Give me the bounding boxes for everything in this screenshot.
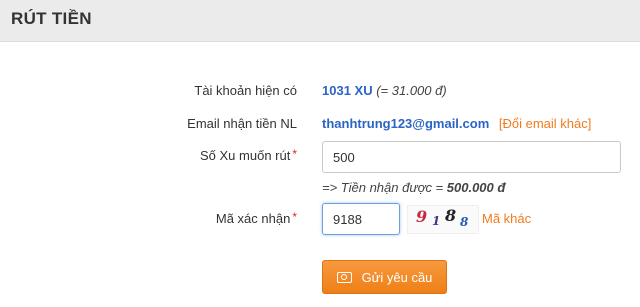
email-row: thanhtrung123@gmail.com [Đổi email khác] — [322, 116, 591, 131]
account-balance-label: Tài khoản hiện có — [194, 83, 297, 98]
balance-xu: 1031 XU — [322, 83, 373, 98]
captcha-label: Mã xác nhận * — [215, 210, 297, 226]
balance-vnd-note: (= 31.000 đ) — [376, 83, 447, 98]
submit-label: Gửi yêu cầu — [361, 269, 433, 285]
captcha-char: 8 — [445, 206, 457, 225]
email-label: Email nhận tiền NL — [187, 116, 297, 131]
amount-result-value: 500.000 đ — [446, 180, 506, 195]
amount-label: Số Xu muốn rút * — [200, 147, 297, 163]
page-header: RÚT TIỀN — [0, 0, 640, 42]
captcha-char: 8 — [460, 215, 469, 229]
money-icon — [336, 271, 352, 283]
submit-request-button[interactable]: Gửi yêu cầu — [322, 260, 447, 294]
page-title: RÚT TIỀN — [11, 9, 92, 28]
account-balance-value: 1031 XU (= 31.000 đ) — [322, 83, 447, 98]
required-mark: * — [292, 210, 297, 224]
amount-input[interactable] — [322, 141, 621, 173]
required-mark: * — [292, 147, 297, 161]
amount-label-text: Số Xu muốn rút — [200, 148, 291, 163]
email-value: thanhtrung123@gmail.com — [322, 116, 490, 131]
change-email-link[interactable]: [Đổi email khác] — [499, 116, 591, 131]
captcha-char: 1 — [432, 214, 441, 228]
refresh-captcha-link[interactable]: Mã khác — [482, 211, 531, 226]
captcha-image: 9 1 8 8 — [407, 205, 479, 234]
captcha-input[interactable] — [322, 203, 400, 235]
captcha-label-text: Mã xác nhận — [215, 211, 291, 226]
captcha-char: 9 — [416, 207, 428, 226]
amount-result: => Tiền nhận được = 500.000 đ — [322, 180, 505, 195]
amount-result-prefix: => Tiền nhận được = — [322, 180, 447, 195]
